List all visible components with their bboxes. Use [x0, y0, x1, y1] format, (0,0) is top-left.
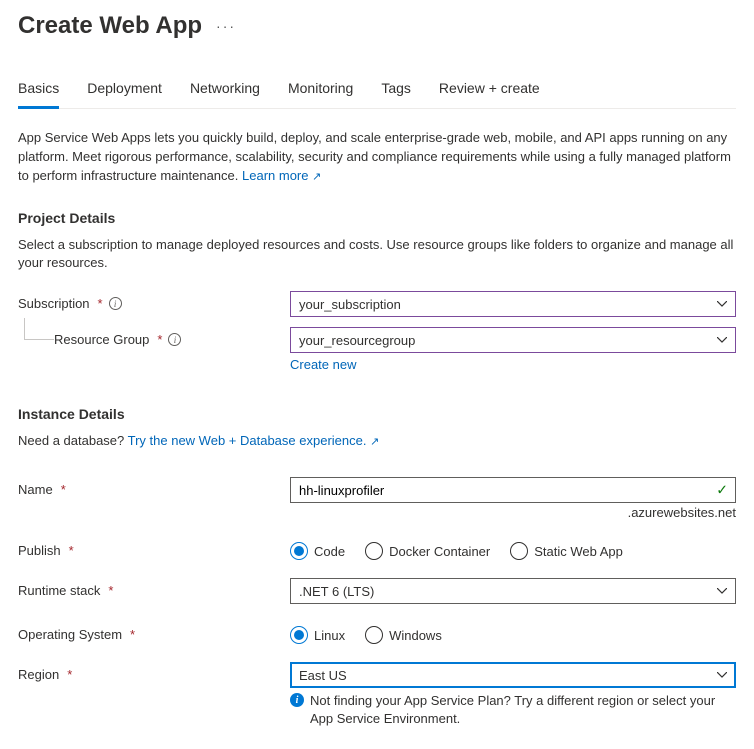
runtime-value: .NET 6 (LTS): [299, 584, 374, 599]
info-icon[interactable]: i: [168, 333, 181, 346]
required-asterisk: *: [108, 583, 113, 598]
radio-label: Docker Container: [389, 544, 490, 559]
tab-deployment[interactable]: Deployment: [87, 80, 162, 108]
name-label: Name: [18, 482, 53, 497]
radio-label: Linux: [314, 628, 345, 643]
publish-label: Publish: [18, 543, 61, 558]
publish-radio-static[interactable]: Static Web App: [510, 542, 623, 560]
instance-db-prompt: Need a database? Try the new Web + Datab…: [18, 432, 736, 451]
learn-more-link[interactable]: Learn more ↗: [242, 168, 321, 183]
resource-group-select[interactable]: your_resourcegroup: [290, 327, 736, 353]
required-asterisk: *: [69, 543, 74, 558]
tab-review-create[interactable]: Review + create: [439, 80, 540, 108]
web-database-link[interactable]: Try the new Web + Database experience. ↗: [128, 433, 380, 448]
project-details-desc: Select a subscription to manage deployed…: [18, 236, 736, 274]
region-hint: Not finding your App Service Plan? Try a…: [310, 692, 736, 727]
os-radio-linux[interactable]: Linux: [290, 626, 345, 644]
chevron-down-icon: [717, 301, 727, 307]
os-label: Operating System: [18, 627, 122, 642]
region-value: East US: [299, 668, 347, 683]
os-radio-group: Linux Windows: [290, 622, 736, 644]
radio-label: Code: [314, 544, 345, 559]
project-details-heading: Project Details: [18, 210, 736, 226]
runtime-label: Runtime stack: [18, 583, 100, 598]
publish-radio-group: Code Docker Container Static Web App: [290, 538, 736, 560]
required-asterisk: *: [61, 482, 66, 497]
resource-group-label: Resource Group: [54, 332, 149, 347]
tab-monitoring[interactable]: Monitoring: [288, 80, 353, 108]
required-asterisk: *: [98, 296, 103, 311]
more-icon[interactable]: ···: [216, 18, 236, 34]
intro-body: App Service Web Apps lets you quickly bu…: [18, 130, 731, 183]
name-input[interactable]: [290, 477, 736, 503]
info-icon[interactable]: i: [109, 297, 122, 310]
publish-radio-code[interactable]: Code: [290, 542, 345, 560]
subscription-value: your_subscription: [299, 297, 401, 312]
subscription-label: Subscription: [18, 296, 90, 311]
os-radio-windows[interactable]: Windows: [365, 626, 442, 644]
tab-bar: Basics Deployment Networking Monitoring …: [18, 80, 736, 109]
required-asterisk: *: [67, 667, 72, 682]
tab-networking[interactable]: Networking: [190, 80, 260, 108]
tree-connector: [24, 318, 54, 340]
external-link-icon: ↗: [370, 436, 379, 448]
required-asterisk: *: [130, 627, 135, 642]
domain-suffix: .azurewebsites.net: [290, 505, 736, 520]
runtime-select[interactable]: .NET 6 (LTS): [290, 578, 736, 604]
tab-basics[interactable]: Basics: [18, 80, 59, 109]
page-title: Create Web App: [18, 12, 202, 40]
chevron-down-icon: [717, 672, 727, 678]
intro-text: App Service Web Apps lets you quickly bu…: [18, 129, 736, 186]
resource-group-value: your_resourcegroup: [299, 333, 415, 348]
radio-label: Static Web App: [534, 544, 623, 559]
subscription-select[interactable]: your_subscription: [290, 291, 736, 317]
chevron-down-icon: [717, 588, 727, 594]
checkmark-icon: ✓: [716, 482, 728, 499]
radio-label: Windows: [389, 628, 442, 643]
external-link-icon: ↗: [312, 171, 321, 183]
publish-radio-docker[interactable]: Docker Container: [365, 542, 490, 560]
chevron-down-icon: [717, 337, 727, 343]
instance-details-heading: Instance Details: [18, 406, 736, 422]
create-new-link[interactable]: Create new: [290, 357, 356, 372]
required-asterisk: *: [157, 332, 162, 347]
region-select[interactable]: East US: [290, 662, 736, 688]
region-label: Region: [18, 667, 59, 682]
info-badge-icon: i: [290, 693, 304, 707]
tab-tags[interactable]: Tags: [381, 80, 411, 108]
